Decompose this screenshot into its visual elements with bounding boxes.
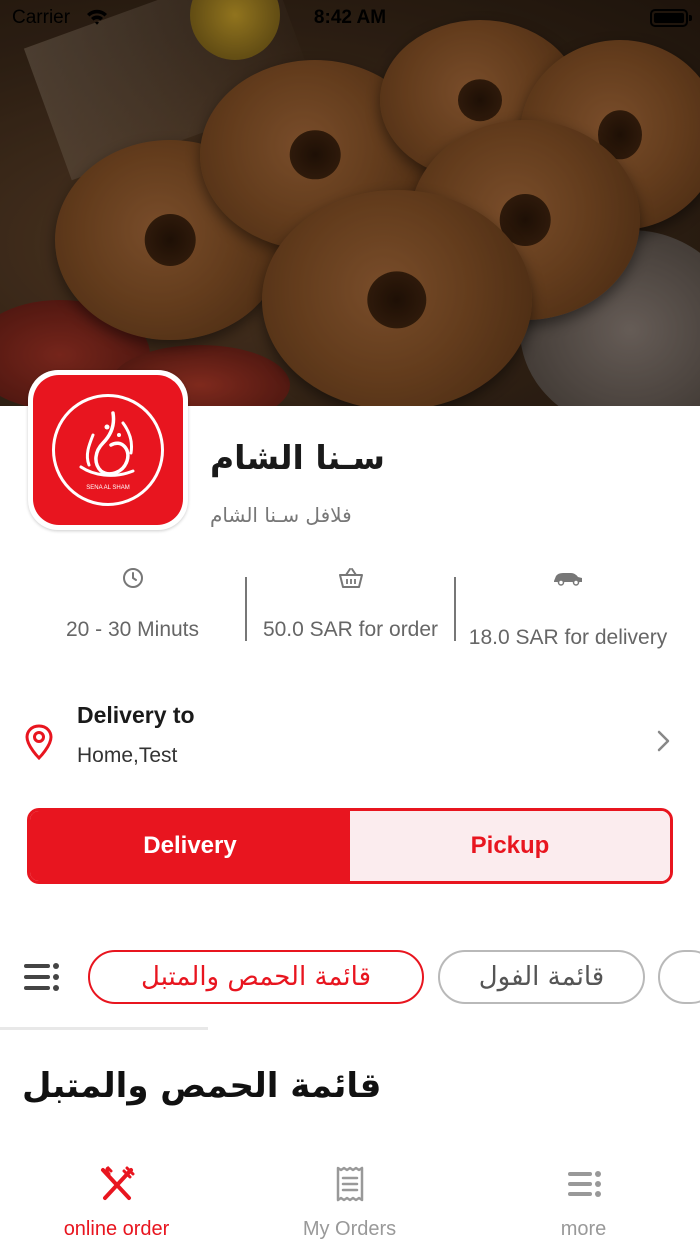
delivery-fee-label: 18.0 SAR for delivery: [468, 626, 668, 649]
tab-my-orders[interactable]: My Orders: [233, 1158, 466, 1244]
min-order-label: 50.0 SAR for order: [262, 618, 439, 641]
delivery-address-row[interactable]: Delivery to Home,Test: [0, 690, 700, 780]
car-icon: [554, 573, 582, 586]
app-screen: Carrier 8:42 AM SENA AL SHAM سـنا الشام …: [0, 0, 700, 1244]
store-subtitle: فلافل سـنا الشام: [210, 503, 352, 527]
battery-icon: [650, 9, 692, 27]
receipt-icon: [336, 1166, 363, 1202]
stat-divider: [454, 577, 456, 641]
logo-caption: SENA AL SHAM: [86, 485, 129, 491]
delivery-mode-button[interactable]: Delivery: [30, 811, 350, 881]
stat-min-order: 50.0 SAR for order: [247, 560, 454, 660]
tab-online-order[interactable]: online order: [0, 1158, 233, 1244]
tab-more[interactable]: more: [467, 1158, 700, 1244]
category-pill-partial[interactable]: [658, 950, 700, 1004]
stat-delivery-time: 20 - 30 Minuts: [20, 560, 245, 660]
category-bar: قائمة الحمص والمتبل قائمة الفول: [0, 948, 700, 1010]
store-stats: 20 - 30 Minuts 50.0 SAR for order 18.0 S…: [0, 560, 700, 660]
fork-knife-icon: [100, 1166, 134, 1200]
stat-delivery-fee: 18.0 SAR for delivery: [456, 560, 680, 660]
stat-divider: [245, 577, 247, 641]
category-pill-foul[interactable]: قائمة الفول: [438, 950, 645, 1004]
category-underline: [0, 1027, 208, 1030]
hero-image: [0, 0, 700, 406]
store-logo: SENA AL SHAM: [28, 370, 188, 530]
category-list-icon[interactable]: [22, 960, 62, 994]
section-title: قائمة الحمص والمتبل: [22, 1066, 382, 1106]
delivery-time-label: 20 - 30 Minuts: [65, 618, 200, 641]
category-pill-hummus[interactable]: قائمة الحمص والمتبل: [88, 950, 424, 1004]
tab-more-label: more: [560, 1218, 607, 1240]
pickup-mode-button[interactable]: Pickup: [350, 811, 670, 881]
store-name: سـنا الشام: [210, 438, 385, 477]
chevron-right-icon: [657, 730, 670, 752]
status-bar: Carrier 8:42 AM: [0, 0, 700, 36]
clock-time: 8:42 AM: [313, 7, 387, 28]
calligraphy-logo-icon: SENA AL SHAM: [79, 411, 135, 491]
order-mode-toggle: Delivery Pickup: [27, 808, 673, 884]
tab-my-orders-label: My Orders: [302, 1218, 397, 1240]
bottom-tab-bar: online order My Orders more: [0, 1158, 700, 1244]
location-pin-icon: [25, 724, 53, 760]
delivery-address-value: Home,Test: [77, 744, 178, 767]
menu-list-icon: [567, 1171, 601, 1197]
clock-icon: [122, 568, 143, 588]
tab-online-order-label: online order: [63, 1218, 170, 1240]
basket-icon: [338, 568, 363, 588]
delivery-to-label: Delivery to: [77, 702, 195, 728]
